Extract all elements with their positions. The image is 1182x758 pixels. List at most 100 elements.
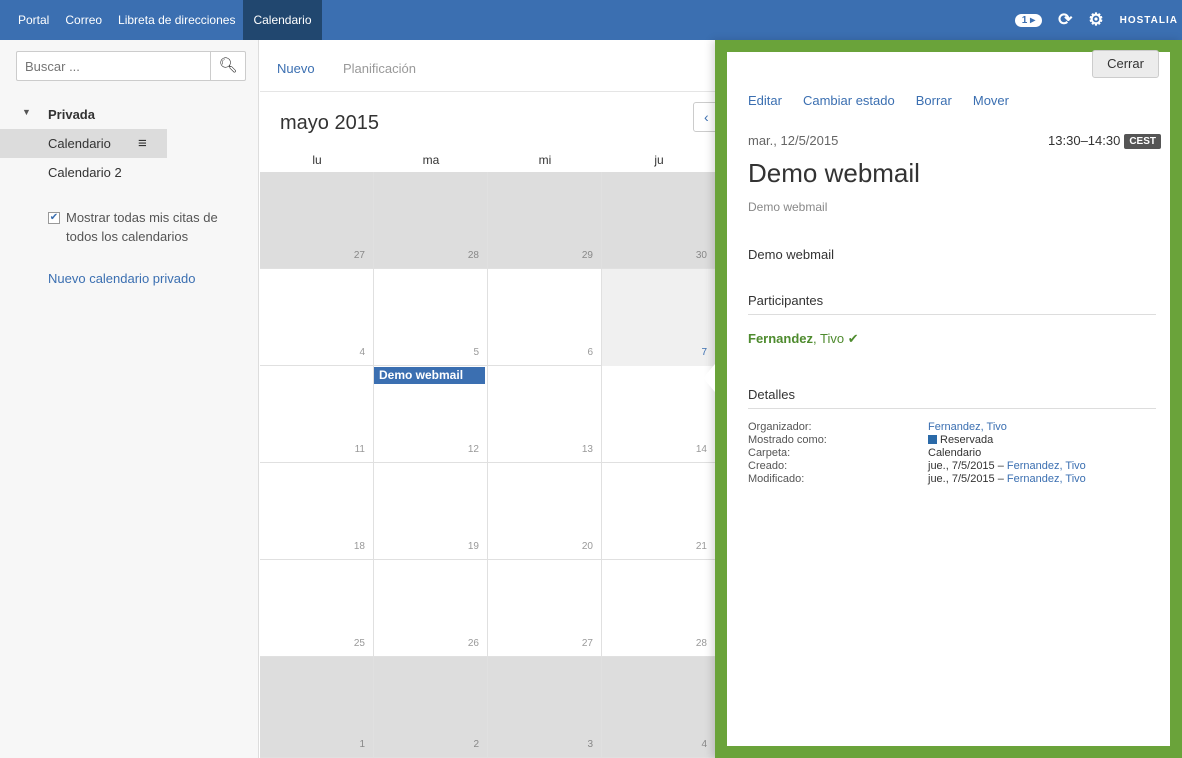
top-navigation-bar: Portal Correo Libreta de direcciones Cal… (0, 0, 1182, 40)
organizer-value[interactable]: Fernandez, Tivo (928, 421, 1007, 434)
planning-button[interactable]: Planificación (343, 61, 416, 76)
created-by-link[interactable]: Fernandez, Tivo (1007, 460, 1086, 472)
day-cell[interactable]: 28 (374, 172, 488, 269)
day-cell[interactable]: 4 (602, 657, 715, 758)
day-number: 30 (695, 250, 707, 261)
week-row: 1 2 3 4 (260, 657, 715, 758)
day-cell[interactable]: 19 (374, 463, 488, 560)
day-number: 28 (467, 250, 479, 261)
day-number: 13 (581, 444, 593, 455)
app-tabs: Portal Correo Libreta de direcciones Cal… (10, 0, 322, 40)
search-box: 🔍︎ (16, 51, 246, 81)
day-number: 27 (353, 250, 365, 261)
week-row: 27 28 29 30 (260, 172, 715, 269)
appointment-date: mar., 12/5/2015 (748, 133, 839, 148)
folder-value: Calendario (928, 447, 982, 459)
search-input[interactable] (17, 52, 207, 80)
show-all-checkbox[interactable]: ✔ (48, 212, 60, 224)
new-appointment-button[interactable]: Nuevo (277, 61, 315, 76)
hamburger-menu-icon[interactable]: ≡ (138, 129, 147, 158)
day-cell[interactable]: 25 (260, 560, 374, 657)
day-number: 20 (581, 541, 593, 552)
settings-gear-icon[interactable]: ⚙ (1088, 10, 1103, 30)
day-number: 3 (587, 739, 593, 750)
day-number: 7 (701, 347, 707, 358)
day-number: 2 (473, 739, 479, 750)
move-link[interactable]: Mover (973, 93, 1009, 108)
calendar-item-calendario-2[interactable]: Calendario 2 (0, 158, 259, 187)
day-number: 19 (467, 541, 479, 552)
participant-item[interactable]: Fernandez, Tivo ✔ (748, 331, 859, 347)
time-range: 13:30–14:30 (1048, 133, 1121, 148)
calendar-item-calendario[interactable]: Calendario ≡ (0, 129, 167, 158)
organizer-label: Organizador: (748, 421, 812, 433)
calendar-item-label: Calendario (48, 136, 111, 151)
notifications-badge[interactable]: 1 ▸ (1014, 13, 1043, 27)
day-cell[interactable]: 21 (602, 463, 715, 560)
delete-link[interactable]: Borrar (916, 93, 952, 108)
refresh-icon[interactable]: ⟳ (1058, 10, 1072, 30)
day-cell[interactable]: 3 (488, 657, 602, 758)
day-cell[interactable]: 27 (260, 172, 374, 269)
day-cell[interactable]: 26 (374, 560, 488, 657)
week-row: 18 19 20 21 (260, 463, 715, 560)
modified-date: jue., 7/5/2015 – (928, 473, 1004, 485)
tab-calendario[interactable]: Calendario (243, 0, 322, 40)
day-cell[interactable]: 18 (260, 463, 374, 560)
day-cell[interactable]: 28 (602, 560, 715, 657)
search-icon[interactable]: 🔍︎ (210, 52, 245, 80)
weekday-header: ju (654, 153, 664, 167)
new-private-calendar-link[interactable]: Nuevo calendario privado (48, 271, 195, 286)
tab-portal[interactable]: Portal (10, 0, 57, 40)
day-number: 11 (354, 444, 365, 455)
day-cell[interactable]: 1 (260, 657, 374, 758)
edit-link[interactable]: Editar (748, 93, 782, 108)
day-cell[interactable]: 27 (488, 560, 602, 657)
weekday-header: mi (538, 153, 552, 167)
appointment-detail-panel: Cerrar Editar Cambiar estado Borrar Move… (715, 40, 1182, 758)
shown-as-text: Reservada (940, 434, 994, 446)
appointment-description: Demo webmail (748, 247, 834, 262)
chevron-left-icon[interactable]: ‹ (693, 102, 715, 132)
day-cell[interactable]: 20 (488, 463, 602, 560)
week-row: 11 12 13 14 Demo webmail (260, 366, 715, 463)
day-cell[interactable]: 4 (260, 269, 374, 366)
tab-correo[interactable]: Correo (57, 0, 110, 40)
event-demo-webmail[interactable]: Demo webmail (374, 367, 485, 384)
accepted-check-icon: ✔ (847, 331, 859, 346)
participant-last-name: Fernandez (748, 331, 814, 346)
day-number: 4 (701, 739, 707, 750)
day-cell[interactable]: 13 (488, 366, 602, 463)
week-row: 25 26 27 28 (260, 560, 715, 657)
day-cell[interactable]: 11 (260, 366, 374, 463)
day-cell[interactable]: 7 (602, 269, 715, 366)
weekday-header: lu (312, 153, 322, 167)
close-button[interactable]: Cerrar (1092, 50, 1159, 78)
appointment-title: Demo webmail (748, 158, 920, 188)
folder-title: Privada (48, 107, 95, 122)
day-cell[interactable]: 2 (374, 657, 488, 758)
appointment-actions: Editar Cambiar estado Borrar Mover (748, 93, 1030, 108)
week-row: 4 5 6 7 (260, 269, 715, 366)
day-number: 29 (581, 250, 593, 261)
day-number: 21 (695, 541, 707, 552)
calendar-main: Nuevo Planificación mayo 2015 ‹ lu ma mi… (260, 40, 715, 758)
tab-libreta[interactable]: Libreta de direcciones (110, 0, 243, 40)
day-number: 5 (473, 347, 479, 358)
day-cell[interactable]: 6 (488, 269, 602, 366)
day-cell[interactable]: 29 (488, 172, 602, 269)
day-number: 14 (695, 444, 707, 455)
folder-label: Carpeta: (748, 447, 791, 459)
folder-privada[interactable]: ▼ Privada (0, 105, 259, 125)
day-cell[interactable]: 30 (602, 172, 715, 269)
modified-label: Modificado: (748, 473, 805, 485)
change-status-link[interactable]: Cambiar estado (803, 93, 895, 108)
show-all-option[interactable]: ✔ Mostrar todas mis citas de todos los c… (48, 208, 248, 246)
caret-down-icon[interactable]: ▼ (22, 107, 31, 117)
created-label: Creado: (748, 460, 788, 472)
day-number: 12 (467, 444, 479, 455)
day-cell[interactable]: 14 (602, 366, 715, 463)
timezone-badge: CEST (1124, 134, 1161, 149)
modified-by-link[interactable]: Fernandez, Tivo (1007, 473, 1086, 485)
day-cell[interactable]: 5 (374, 269, 488, 366)
